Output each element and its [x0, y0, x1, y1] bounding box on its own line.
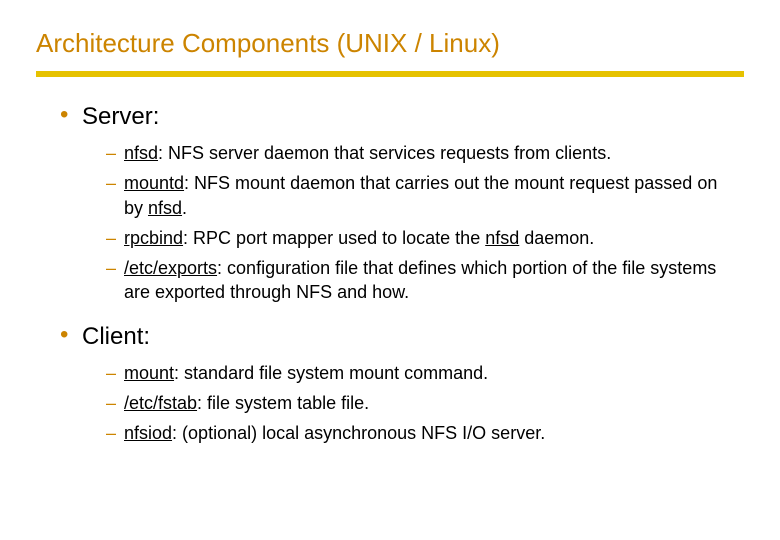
item-term: /etc/fstab: [124, 393, 197, 413]
list-item: mountd: NFS mount daemon that carries ou…: [106, 171, 724, 220]
list-item: rpcbind: RPC port mapper used to locate …: [106, 226, 724, 250]
item-trailing-term: nfsd: [485, 228, 519, 248]
item-term: nfsd: [124, 143, 158, 163]
list-item: mount: standard file system mount comman…: [106, 361, 724, 385]
title-rule: [36, 71, 744, 77]
item-desc: : (optional) local asynchronous NFS I/O …: [172, 423, 545, 443]
item-desc: : standard file system mount command.: [174, 363, 488, 383]
item-trailing: daemon.: [519, 228, 594, 248]
item-desc: : RPC port mapper used to locate the: [183, 228, 485, 248]
item-term: mountd: [124, 173, 184, 193]
section-heading: Client:: [60, 323, 744, 351]
list-item: nfsd: NFS server daemon that services re…: [106, 141, 724, 165]
item-list: mount: standard file system mount comman…: [106, 361, 724, 446]
list-item: /etc/fstab: file system table file.: [106, 391, 724, 415]
slide-title: Architecture Components (UNIX / Linux): [36, 28, 744, 59]
slide-content: Server:nfsd: NFS server daemon that serv…: [36, 103, 744, 446]
item-term: mount: [124, 363, 174, 383]
item-list: nfsd: NFS server daemon that services re…: [106, 141, 724, 305]
section-block: Client: mount: standard file system mount…: [36, 323, 744, 446]
item-desc: : file system table file.: [197, 393, 369, 413]
item-trailing: .: [182, 198, 187, 218]
section-heading: Server:: [60, 103, 744, 131]
section-block: Server:nfsd: NFS server daemon that serv…: [36, 103, 744, 305]
item-desc: : NFS server daemon that services reques…: [158, 143, 611, 163]
item-term: rpcbind: [124, 228, 183, 248]
list-item: /etc/exports: configuration file that de…: [106, 256, 724, 305]
list-item: nfsiod: (optional) local asynchronous NF…: [106, 421, 724, 445]
item-term: /etc/exports: [124, 258, 217, 278]
item-trailing-term: nfsd: [148, 198, 182, 218]
item-term: nfsiod: [124, 423, 172, 443]
item-desc: : NFS mount daemon that carries out the …: [124, 173, 717, 217]
